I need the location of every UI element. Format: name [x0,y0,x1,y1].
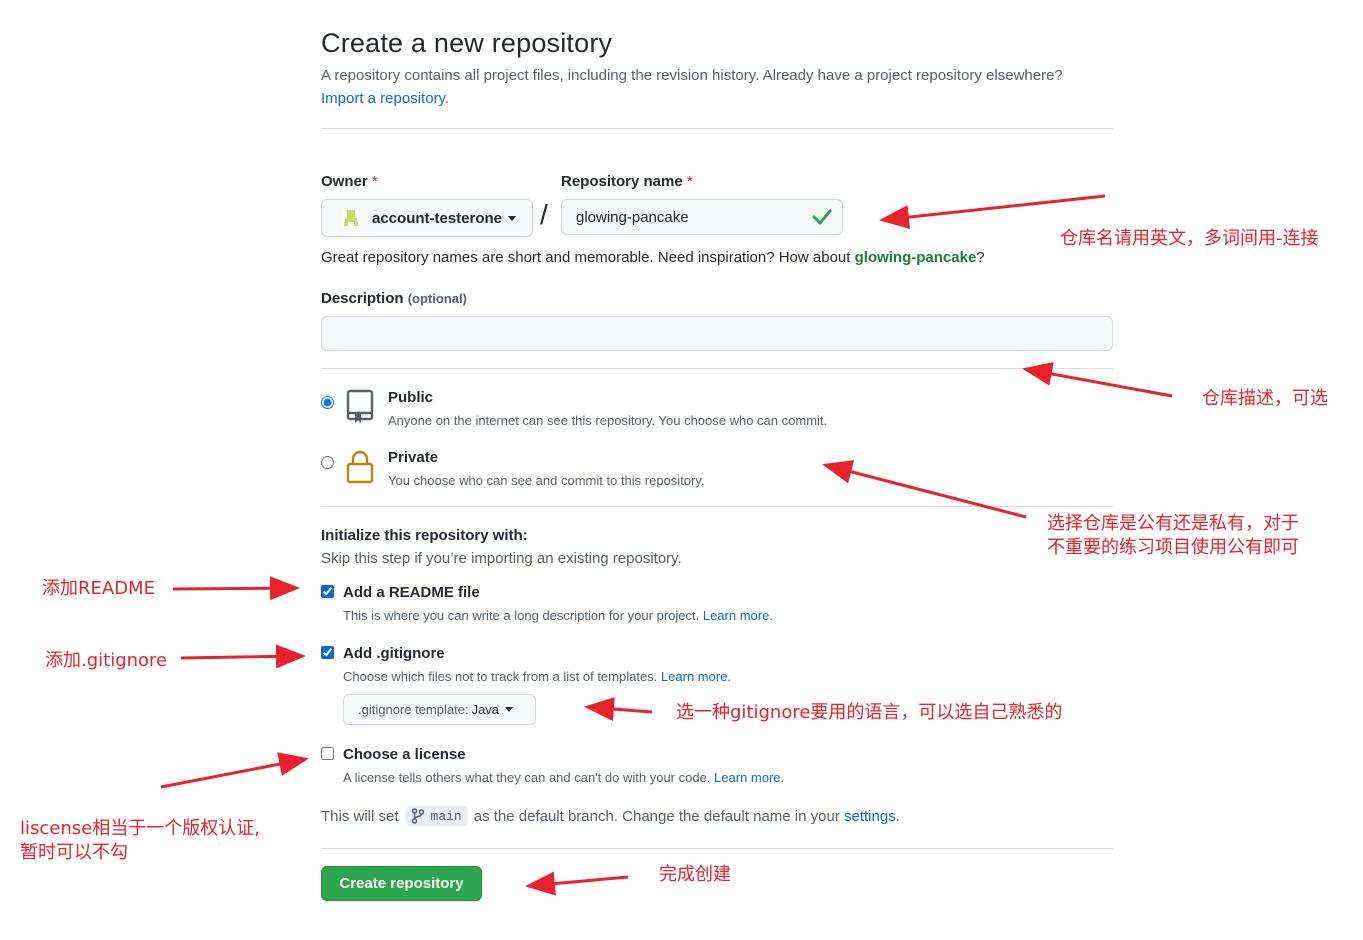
arrow-repo-name [879,194,1106,230]
arrow-license [160,752,309,789]
arrow-description [1022,362,1173,398]
arrow-create [525,871,629,896]
annotation-arrows [160,194,1173,896]
arrow-visibility [822,460,1027,519]
arrow-gitignore [180,644,306,669]
arrow-readme [172,576,300,601]
arrow-template [584,697,653,722]
